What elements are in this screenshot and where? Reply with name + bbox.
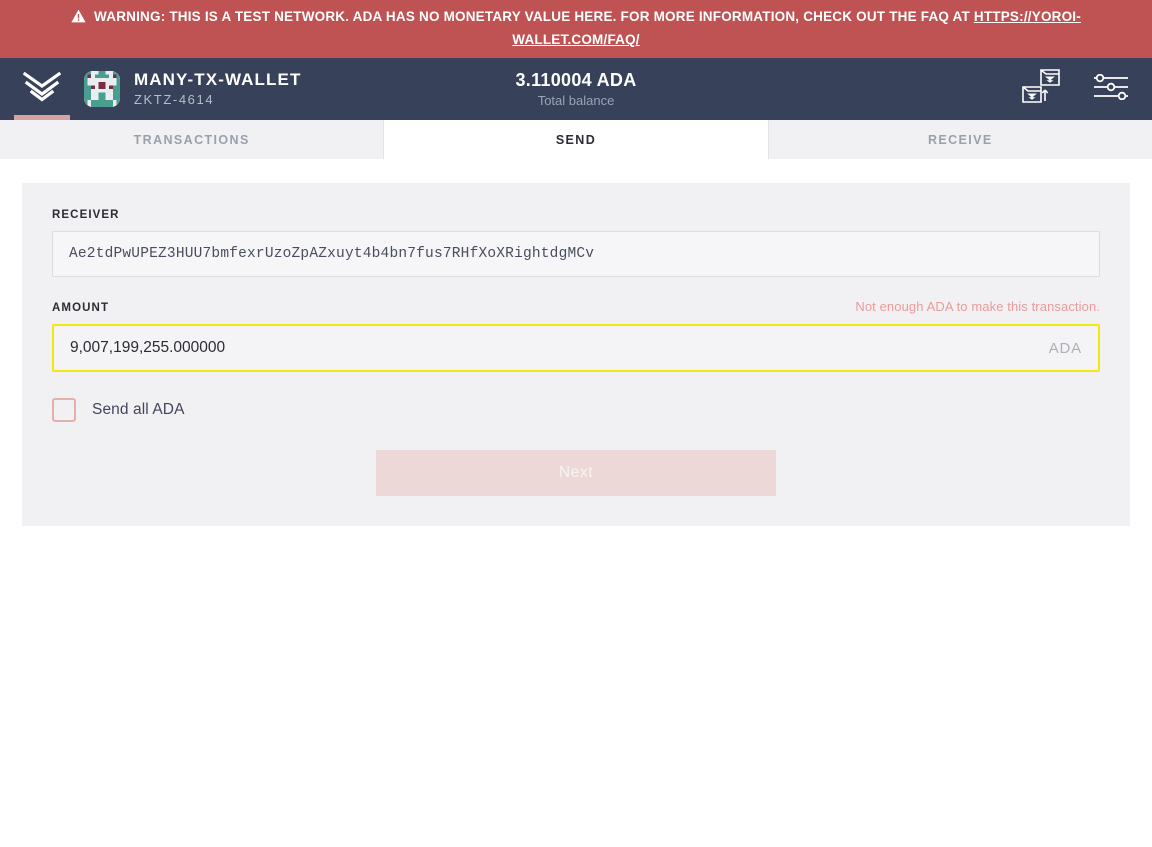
send-all-checkbox[interactable] [52,398,76,422]
amount-input[interactable] [52,324,1100,372]
next-button[interactable]: Next [376,450,776,496]
settings-button[interactable] [1092,73,1130,105]
switch-wallet-button[interactable] [1020,67,1062,112]
amount-input-wrap: ADA [52,324,1100,372]
wallet-name: MANY-TX-WALLET [134,70,302,89]
send-all-row: Send all ADA [52,398,1100,422]
tab-send[interactable]: SEND [384,120,769,159]
amount-label-row: AMOUNT Not enough ADA to make this trans… [52,299,1100,314]
switch-wallet-icon [1020,67,1062,112]
top-navigation-bar: MANY-TX-WALLET ZKTZ-4614 3.110004 ADA To… [0,58,1152,120]
topbar-actions [1020,58,1130,120]
wallet-tab-bar: TRANSACTIONS SEND RECEIVE [0,120,1152,159]
wallet-plate-id: ZKTZ-4614 [134,92,215,107]
send-all-label[interactable]: Send all ADA [92,401,185,419]
receiver-input[interactable] [52,231,1100,277]
total-balance-label: Total balance [537,92,615,108]
receiver-label: RECEIVER [52,209,120,221]
wallet-identicon-avatar [84,71,120,107]
warning-banner-message: WARNING: THIS IS A TEST NETWORK. ADA HAS… [94,9,974,24]
active-page-indicator [14,115,70,120]
warning-triangle-icon [71,8,86,29]
tab-transactions[interactable]: TRANSACTIONS [0,120,385,159]
warning-banner-text: WARNING: THIS IS A TEST NETWORK. ADA HAS… [18,6,1134,50]
tab-receive[interactable]: RECEIVE [768,120,1152,159]
yoroi-chevrons-logo-icon [22,71,62,107]
receiver-field-group: RECEIVER [52,209,1100,277]
amount-error-message: Not enough ADA to make this transaction. [855,299,1100,314]
next-button-wrap: Next [52,450,1100,496]
wallet-summary[interactable]: MANY-TX-WALLET ZKTZ-4614 [84,70,301,108]
yoroi-logo-button[interactable] [0,58,84,120]
sliders-settings-icon [1092,73,1130,105]
send-page: RECEIVER AMOUNT Not enough ADA to make t… [0,159,1152,526]
test-network-warning-banner: WARNING: THIS IS A TEST NETWORK. ADA HAS… [0,0,1152,58]
send-form-card: RECEIVER AMOUNT Not enough ADA to make t… [22,183,1130,526]
total-balance-amount: 3.110004 ADA [515,69,637,90]
amount-label: AMOUNT [52,302,110,314]
amount-field-group: AMOUNT Not enough ADA to make this trans… [52,299,1100,372]
